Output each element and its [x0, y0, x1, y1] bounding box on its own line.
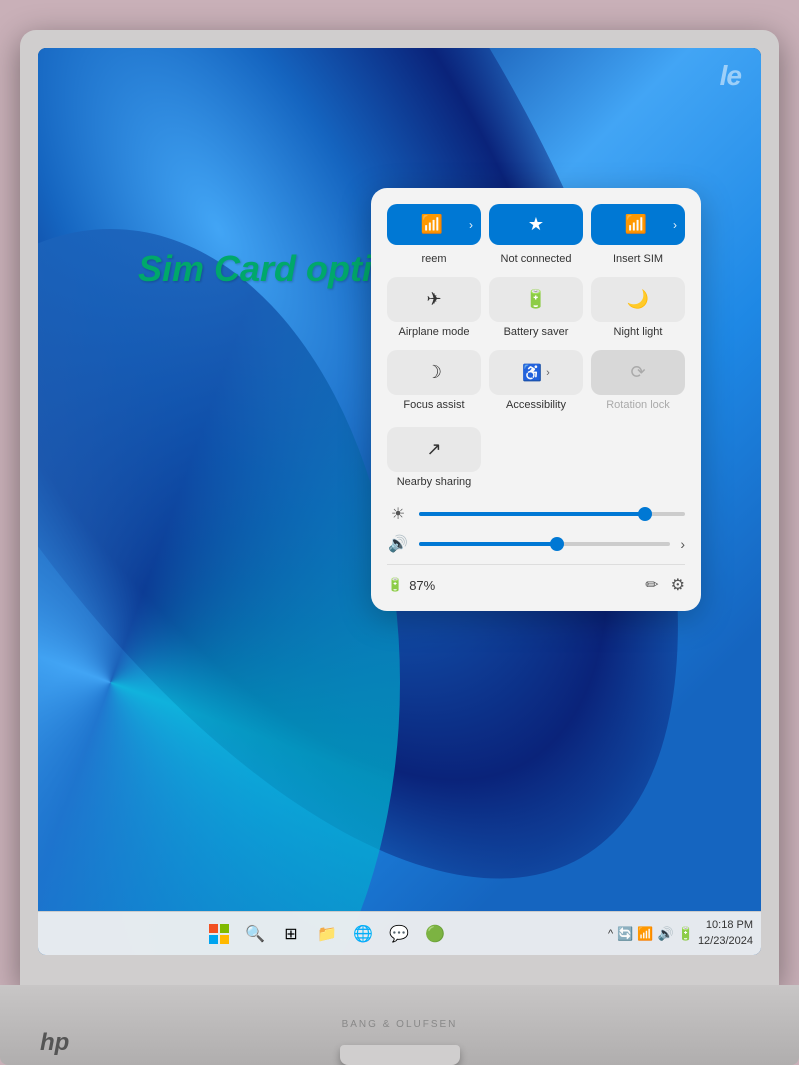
qs-bottom-icons: ✏ ⚙ [645, 575, 685, 595]
accessibility-label: Accessibility [489, 399, 583, 411]
file-explorer-taskbar[interactable]: 📁 [311, 918, 343, 950]
tray-volume-icon[interactable]: 🔊 [658, 926, 674, 942]
search-icon: 🔍 [245, 924, 265, 944]
bluetooth-icon: ★ [497, 214, 575, 235]
airplane-label: Airplane mode [387, 326, 481, 338]
tray-battery-icon[interactable]: 🔋 [678, 926, 694, 942]
wifi-icon: 📶 [395, 214, 469, 235]
wifi-expand-arrow: › [469, 218, 473, 232]
volume-icon: 🔊 [387, 534, 409, 554]
laptop-frame: le Sim Card options 📶 › ★ 📶 › reem [20, 30, 779, 985]
qs-fourth-row: ↗ [387, 427, 685, 472]
night-light-icon: 🌙 [627, 289, 649, 310]
watermark: le [720, 60, 741, 92]
brightness-icon: ☀ [387, 504, 409, 524]
brightness-track[interactable] [419, 512, 685, 516]
rotation-lock-button[interactable]: ⟳ [591, 350, 685, 395]
battery-saver-button[interactable]: 🔋 [489, 277, 583, 322]
nearby-sharing-label: Nearby sharing [387, 476, 481, 488]
bluetooth-label: Not connected [489, 253, 583, 265]
volume-track[interactable] [419, 542, 670, 546]
brightness-slider-row: ☀ [387, 504, 685, 524]
cellular-button[interactable]: 📶 › [591, 204, 685, 245]
night-light-label: Night light [591, 326, 685, 338]
nearby-sharing-button[interactable]: ↗ [387, 427, 481, 472]
cellular-icon: 📶 [599, 214, 673, 235]
teams-icon: 💬 [389, 924, 409, 944]
rotation-lock-label: Rotation lock [591, 399, 685, 411]
qs-bottom-bar: 🔋 87% ✏ ⚙ [387, 564, 685, 595]
edge-browser-taskbar[interactable]: 🌐 [347, 918, 379, 950]
start-button[interactable] [203, 918, 235, 950]
battery-percentage: 87% [409, 578, 435, 593]
wifi-button[interactable]: 📶 › [387, 204, 481, 245]
rotation-lock-icon: ⟳ [630, 362, 645, 383]
cellular-expand-arrow: › [673, 218, 677, 232]
volume-slider-row: 🔊 › [387, 534, 685, 554]
chrome-icon: 🟢 [425, 924, 445, 944]
qs-second-row: ✈ 🔋 🌙 [387, 277, 685, 322]
teams-taskbar[interactable]: 💬 [383, 918, 415, 950]
volume-expand-arrow[interactable]: › [680, 536, 685, 552]
battery-status-icon: 🔋 [387, 577, 403, 593]
battery-saver-label: Battery saver [489, 326, 583, 338]
qs-fourth-labels: Nearby sharing [387, 476, 685, 488]
tray-wifi-icon[interactable]: 📶 [637, 926, 653, 942]
focus-assist-label: Focus assist [387, 399, 481, 411]
brightness-fill [419, 512, 645, 516]
airplane-icon: ✈ [426, 289, 441, 310]
volume-thumb[interactable] [550, 537, 564, 551]
qs-second-labels: Airplane mode Battery saver Night light [387, 326, 685, 338]
edge-icon: 🌐 [353, 924, 373, 944]
qs-third-labels: Focus assist Accessibility Rotation lock [387, 399, 685, 411]
screen: le Sim Card options 📶 › ★ 📶 › reem [38, 48, 761, 955]
qs-third-row: ☽ ♿ › ⟳ [387, 350, 685, 395]
tray-expand-icon[interactable]: ^ [608, 928, 613, 940]
brightness-thumb[interactable] [638, 507, 652, 521]
taskbar-right: ^ 🔄 📶 🔊 🔋 10:18 PM 12/23/2024 [608, 918, 761, 949]
quick-settings-panel: 📶 › ★ 📶 › reem Not connected Insert SIM [371, 188, 701, 611]
chrome-taskbar[interactable]: 🟢 [419, 918, 451, 950]
clock[interactable]: 10:18 PM 12/23/2024 [698, 918, 753, 949]
windows-logo-icon [208, 923, 230, 945]
time-display: 10:18 PM [698, 918, 753, 933]
folder-icon: 📁 [317, 924, 337, 944]
qs-top-labels: reem Not connected Insert SIM [387, 253, 685, 265]
date-display: 12/23/2024 [698, 934, 753, 949]
focus-assist-icon: ☽ [426, 362, 442, 383]
search-button[interactable]: 🔍 [239, 918, 271, 950]
laptop-bottom: hp BANG & OLUFSEN [0, 985, 799, 1065]
system-tray: ^ 🔄 📶 🔊 🔋 [608, 926, 694, 942]
wifi-label: reem [387, 253, 481, 265]
qs-top-row: 📶 › ★ 📶 › [387, 204, 685, 245]
battery-saver-icon: 🔋 [525, 289, 547, 310]
battery-status: 🔋 87% [387, 577, 645, 593]
bluetooth-button[interactable]: ★ [489, 204, 583, 245]
tray-refresh-icon[interactable]: 🔄 [617, 926, 633, 942]
volume-fill [419, 542, 557, 546]
bang-olufsen-label: BANG & OLUFSEN [342, 1019, 458, 1030]
taskbar-center: 🔍 ⊞ 📁 🌐 💬 🟢 [46, 918, 608, 950]
nearby-sharing-icon: ↗ [426, 439, 441, 460]
laptop-stand [340, 1045, 460, 1065]
focus-assist-button[interactable]: ☽ [387, 350, 481, 395]
accessibility-icon: ♿ [522, 363, 542, 383]
night-light-button[interactable]: 🌙 [591, 277, 685, 322]
taskbar: 🔍 ⊞ 📁 🌐 💬 🟢 [38, 911, 761, 955]
edit-icon[interactable]: ✏ [645, 575, 658, 595]
taskview-icon: ⊞ [284, 924, 297, 944]
settings-icon[interactable]: ⚙ [671, 575, 685, 595]
airplane-mode-button[interactable]: ✈ [387, 277, 481, 322]
accessibility-arrow: › [546, 367, 550, 379]
taskview-button[interactable]: ⊞ [275, 918, 307, 950]
hp-logo: hp [40, 1029, 69, 1057]
accessibility-button[interactable]: ♿ › [489, 350, 583, 395]
cellular-label: Insert SIM [591, 253, 685, 265]
